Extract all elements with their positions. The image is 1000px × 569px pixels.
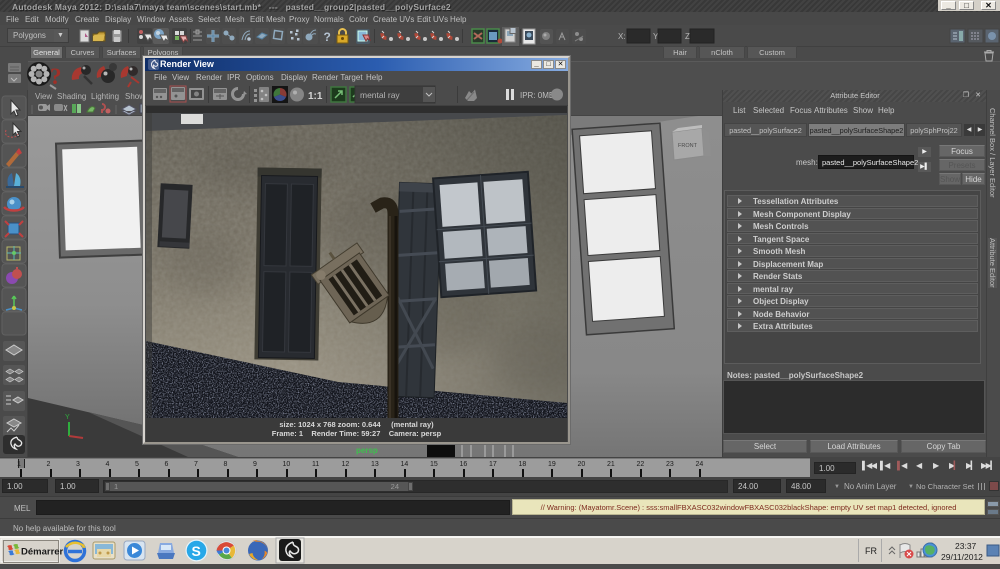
svg-text:persp: persp	[356, 446, 378, 455]
svg-text:FR: FR	[865, 546, 877, 556]
svg-text:29/11/2012: 29/11/2012	[941, 552, 983, 562]
svg-text:S: S	[192, 543, 201, 559]
svg-text:mental ray: mental ray	[360, 90, 400, 100]
svg-text:IPR: 0MB: IPR: 0MB	[520, 91, 554, 100]
svg-text:Y: Y	[65, 414, 70, 421]
svg-text:?: ?	[50, 64, 62, 89]
svg-text:Démarrer: Démarrer	[21, 547, 64, 558]
svg-text:?: ?	[324, 30, 331, 44]
svg-text:X:: X:	[618, 32, 626, 41]
svg-text:FRONT: FRONT	[678, 143, 698, 149]
svg-text:23:37: 23:37	[955, 541, 977, 551]
svg-text:1:1: 1:1	[308, 91, 323, 102]
